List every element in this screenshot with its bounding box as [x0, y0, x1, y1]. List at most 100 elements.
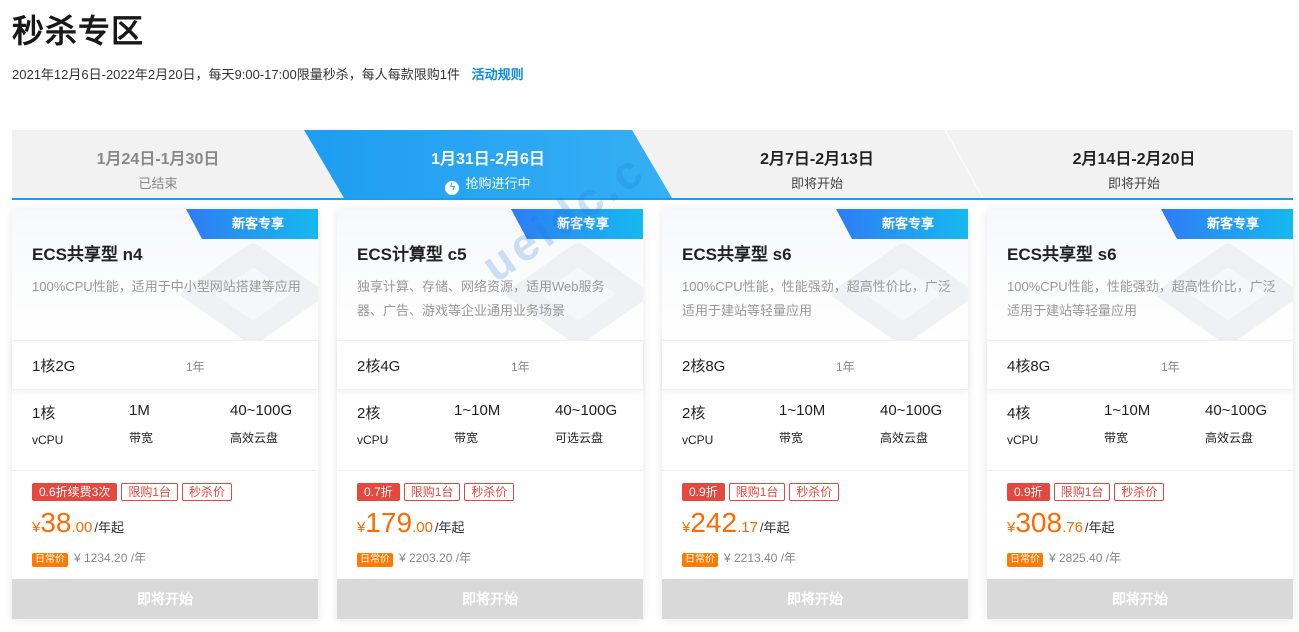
- price-integer: 242: [690, 507, 738, 538]
- price-decimal: .00: [71, 519, 93, 536]
- coming-soon-button[interactable]: 即将开始: [337, 579, 643, 619]
- regular-price-badge: 日常价: [1007, 553, 1043, 567]
- new-customer-badge: 新客专享: [1161, 209, 1293, 239]
- spec-value: 1核: [32, 405, 56, 422]
- card-divider: [12, 470, 318, 471]
- new-customer-badge: 新客专享: [836, 209, 968, 239]
- coming-soon-button[interactable]: 即将开始: [662, 579, 968, 619]
- spec-label: 高效云盘: [230, 431, 279, 445]
- product-description: 100%CPU性能，性能强劲，超高性价比，广泛适用于建站等轻量应用: [682, 279, 951, 318]
- spec-value: 1~10M: [1104, 402, 1151, 419]
- spec-value: 40~100G: [1205, 402, 1268, 419]
- spec-label: vCPU: [682, 433, 714, 447]
- spec-label: vCPU: [1007, 433, 1039, 447]
- week-tabs: 1月24日-1月30日 已结束 1月31日-2月6日 ϟ 抢购进行中 2月7日-2…: [12, 130, 1293, 200]
- tab-week-2[interactable]: 1月31日-2月6日 ϟ 抢购进行中: [344, 130, 632, 198]
- regular-price: 日常价 ¥ 2825.40 /年: [1007, 549, 1121, 567]
- product-description: 独享计算、存储、网络资源，适用Web服务器、广告、游戏等企业通用业务场景: [357, 279, 605, 318]
- config-value: 2核8G: [682, 358, 726, 375]
- config-value: 1核2G: [32, 358, 76, 375]
- price-decimal: .76: [1062, 519, 1083, 536]
- card-divider: [987, 470, 1293, 471]
- tab-date: 1月31日-2月6日: [431, 151, 545, 168]
- price-decimal: .17: [737, 519, 758, 536]
- spec-label: vCPU: [357, 433, 389, 447]
- spec-value: 1~10M: [779, 402, 826, 419]
- config-row[interactable]: 4核8G 1年: [987, 340, 1293, 390]
- spec-label: 高效云盘: [1205, 431, 1254, 445]
- activity-rules-link[interactable]: 活动规则: [472, 67, 524, 82]
- product-name: ECS计算型 c5: [357, 245, 467, 264]
- spec-label: 带宽: [129, 431, 154, 445]
- term-value: 1年: [186, 360, 205, 374]
- product-card: 新客专享 ECS共享型 s6 100%CPU性能，性能强劲，超高性价比，广泛适用…: [662, 209, 968, 619]
- card-divider: [337, 470, 643, 471]
- spec-disk: 40~100G 高效云盘: [1205, 402, 1267, 446]
- spec-value: 40~100G: [880, 402, 943, 419]
- discount-tag: 0.9折: [1007, 483, 1050, 501]
- product-description: 100%CPU性能，适用于中小型网站搭建等应用: [32, 279, 301, 294]
- spec-label: vCPU: [32, 433, 64, 447]
- price-integer: 38: [40, 507, 72, 538]
- spec-label: 带宽: [779, 431, 804, 445]
- spec-label: 高效云盘: [880, 431, 929, 445]
- regular-price-value: ¥ 1234.20 /年: [74, 551, 147, 565]
- term-value: 1年: [511, 360, 530, 374]
- config-row[interactable]: 2核8G 1年: [662, 340, 968, 390]
- price-unit: /年起: [759, 520, 790, 535]
- coming-soon-button[interactable]: 即将开始: [12, 579, 318, 619]
- spec-disk: 40~100G 高效云盘: [880, 402, 942, 446]
- product-card: 新客专享 ECS共享型 n4 100%CPU性能，适用于中小型网站搭建等应用 1…: [12, 209, 318, 619]
- tab-week-1[interactable]: 1月24日-1月30日 已结束: [12, 130, 304, 198]
- price-integer: 308: [1015, 507, 1063, 538]
- term-value: 1年: [1161, 360, 1180, 374]
- regular-price: 日常价 ¥ 2213.40 /年: [682, 549, 796, 567]
- new-customer-badge: 新客专享: [511, 209, 643, 239]
- price-unit: /年起: [434, 520, 465, 535]
- tab-date: 1月24日-1月30日: [96, 151, 220, 168]
- price-decimal: .00: [412, 519, 433, 536]
- lightning-icon: ϟ: [445, 181, 460, 195]
- price-unit: /年起: [94, 520, 124, 535]
- spec-vcpu: 1核 vCPU: [32, 402, 63, 447]
- flash-price: ¥179.00/年起: [357, 507, 465, 539]
- page-title: 秒杀专区: [12, 13, 145, 49]
- promo-tags: 0.7折 限购1台 秒杀价: [357, 483, 518, 501]
- config-row[interactable]: 2核4G 1年: [337, 340, 643, 390]
- tab-status: 即将开始: [1107, 176, 1160, 191]
- flash-price-tag: 秒杀价: [1114, 483, 1165, 501]
- spec-value: 2核: [357, 405, 381, 422]
- spec-label: 可选云盘: [555, 431, 604, 445]
- config-row[interactable]: 1核2G 1年: [12, 340, 318, 390]
- spec-label: 带宽: [454, 431, 479, 445]
- spec-bandwidth: 1~10M 带宽: [779, 402, 825, 446]
- tab-date: 2月7日-2月13日: [760, 151, 874, 168]
- spec-grid: 2核 vCPU 1~10M 带宽 40~100G 可选云盘: [357, 402, 637, 452]
- flash-price-tag: 秒杀价: [464, 483, 515, 501]
- tab-week-4[interactable]: 2月14日-2月20日 即将开始: [984, 130, 1284, 198]
- spec-vcpu: 2核 vCPU: [682, 402, 713, 447]
- tab-status: 已结束: [138, 176, 178, 191]
- term-value: 1年: [836, 360, 855, 374]
- regular-price: 日常价 ¥ 1234.20 /年: [32, 549, 146, 567]
- spec-value: 40~100G: [555, 402, 618, 419]
- spec-value: 40~100G: [230, 402, 293, 419]
- flash-price: ¥308.76/年起: [1007, 507, 1115, 539]
- spec-value: 2核: [682, 405, 706, 422]
- tab-week-3[interactable]: 2月7日-2月13日 即将开始: [672, 130, 962, 198]
- regular-price-value: ¥ 2825.40 /年: [1049, 551, 1122, 565]
- spec-disk: 40~100G 可选云盘: [555, 402, 617, 446]
- flash-price-tag: 秒杀价: [789, 483, 840, 501]
- promo-period-text: 2021年12月6日-2022年2月20日，每天9:00-17:00限量秒杀，每…: [12, 67, 460, 82]
- flash-price: ¥242.17/年起: [682, 507, 790, 539]
- price-unit: /年起: [1084, 520, 1115, 535]
- limit-tag: 限购1台: [728, 483, 786, 501]
- regular-price-value: ¥ 2213.40 /年: [724, 551, 797, 565]
- coming-soon-button[interactable]: 即将开始: [987, 579, 1293, 619]
- regular-price: 日常价 ¥ 2203.20 /年: [357, 549, 471, 567]
- limit-tag: 限购1台: [121, 483, 179, 501]
- regular-price-value: ¥ 2203.20 /年: [399, 551, 472, 565]
- card-divider: [662, 470, 968, 471]
- tab-date: 2月14日-2月20日: [1072, 151, 1196, 168]
- flash-price: ¥38.00/年起: [32, 507, 124, 539]
